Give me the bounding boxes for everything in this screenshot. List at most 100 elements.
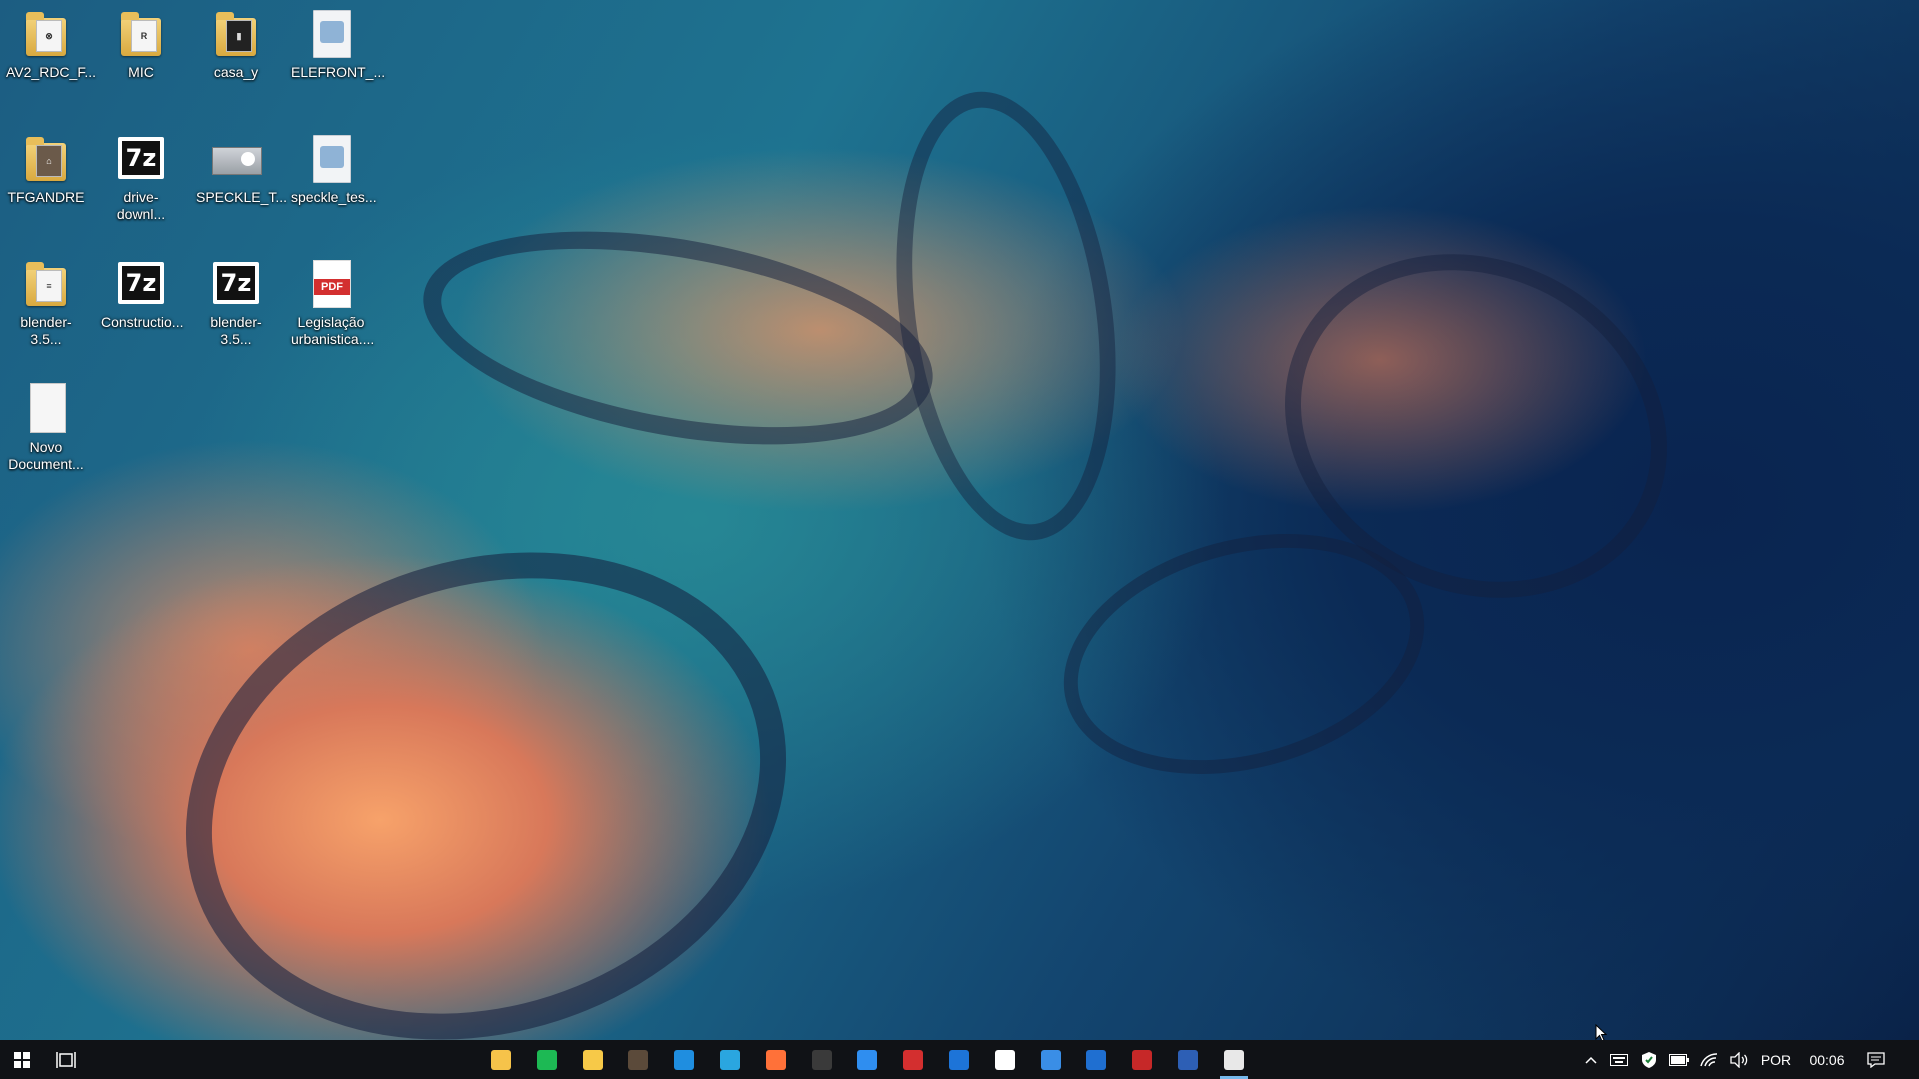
- keyboard-tray-button[interactable]: [1604, 1040, 1634, 1079]
- task-view-icon: [56, 1051, 76, 1068]
- desktop-icon-constructio[interactable]: 7z Constructio...: [101, 258, 184, 331]
- desktop-icon-label: Constructio...: [101, 314, 184, 330]
- task-view-button[interactable]: [44, 1040, 88, 1079]
- taskbar-app-file-explorer[interactable]: [479, 1040, 523, 1079]
- desktop-icon-mic[interactable]: R MIC: [101, 8, 181, 81]
- battery-tray-button[interactable]: [1664, 1040, 1694, 1079]
- red-cube-app-icon: [1132, 1049, 1153, 1070]
- desktop-icon-tfgandre[interactable]: ⌂ TFGANDRE: [6, 133, 86, 206]
- grasshopper-file-icon: [313, 135, 351, 183]
- spotify-icon: [536, 1049, 557, 1070]
- mouse-cursor-icon: [1595, 1024, 1607, 1040]
- desktop-icon-drive-download[interactable]: 7z drive-downl...: [101, 133, 181, 223]
- acrobat-icon: [903, 1049, 924, 1070]
- taskbar-app-edge[interactable]: [662, 1040, 706, 1079]
- desktop-icon-label: Legislação urbanistica....: [291, 314, 375, 347]
- desktop-icon-novo-documento[interactable]: Novo Document...: [6, 383, 86, 473]
- taskbar-app-firefox[interactable]: [754, 1040, 798, 1079]
- text-document-icon: [30, 383, 66, 433]
- shield-icon: [1642, 1051, 1656, 1068]
- 7zip-archive-icon: 7z: [213, 262, 259, 304]
- folder-icon: ▮: [216, 12, 256, 56]
- app-blue-icon: [949, 1049, 969, 1070]
- desktop-wallpaper: ⊗ AV2_RDC_F... R MIC ▮ casa_y ELEFRONT_.…: [0, 0, 1919, 1040]
- desktop-icon-elefront[interactable]: ELEFRONT_...: [291, 8, 386, 81]
- clock[interactable]: 00:06: [1798, 1040, 1856, 1079]
- wallpaper-swirl: [406, 196, 950, 480]
- pen-app-icon: [994, 1049, 1015, 1070]
- paint-icon: [1040, 1049, 1061, 1070]
- layers-app-icon: [1086, 1049, 1107, 1070]
- taskbar-app-vscode[interactable]: [845, 1040, 889, 1079]
- security-tray-button[interactable]: [1634, 1040, 1664, 1079]
- show-hidden-icons-button[interactable]: [1578, 1040, 1604, 1079]
- wallpaper-swirl: [869, 77, 1143, 555]
- wallpaper-swirl: [122, 476, 850, 1040]
- terminal-icon: [811, 1049, 832, 1070]
- taskbar-app-edge-beta[interactable]: [708, 1040, 752, 1079]
- desktop-icon-label: blender-3.5...: [20, 314, 72, 347]
- desktop-icon-blender-7z[interactable]: 7z blender-3.5...: [196, 258, 276, 348]
- desktop-icon-label: casa_y: [213, 64, 259, 80]
- desktop-icon-legislacao[interactable]: PDF Legislação urbanistica....: [291, 258, 375, 348]
- folder-document-icon: ⊗: [26, 12, 66, 56]
- taskbar-app-paint[interactable]: [1029, 1040, 1073, 1079]
- chevron-up-icon: [1585, 1056, 1597, 1064]
- desktop-icon-label: ELEFRONT_...: [291, 64, 386, 80]
- desktop-icon-casa-y[interactable]: ▮ casa_y: [196, 8, 276, 81]
- desktop-icon-speckle-t[interactable]: SPECKLE_T...: [196, 133, 287, 206]
- volume-tray-button[interactable]: [1724, 1040, 1754, 1079]
- desktop-icon-label: Novo Document...: [8, 439, 84, 472]
- desktop-icon-label: TFGANDRE: [7, 189, 85, 205]
- taskbar-app-remote-desktop[interactable]: [1212, 1040, 1256, 1079]
- battery-icon: [1669, 1053, 1689, 1066]
- 7zip-archive-icon: 7z: [118, 137, 164, 179]
- language-indicator[interactable]: POR: [1754, 1040, 1798, 1079]
- taskbar: POR 00:06: [0, 1040, 1919, 1079]
- start-button[interactable]: [0, 1040, 44, 1079]
- clock-time: 00:06: [1809, 1051, 1845, 1068]
- firefox-icon: [765, 1049, 786, 1070]
- notifications-icon: [1867, 1051, 1885, 1068]
- taskbar-app-spotify[interactable]: [525, 1040, 569, 1079]
- pdf-file-icon: PDF: [313, 260, 351, 308]
- file-explorer-icon: [491, 1049, 511, 1070]
- folder-document-icon: ≡: [26, 262, 66, 306]
- taskbar-app-acrobat[interactable]: [891, 1040, 935, 1079]
- taskbar-app-sticky-notes[interactable]: [571, 1040, 615, 1079]
- rhino-icon: [628, 1049, 649, 1070]
- grasshopper-file-icon: [313, 10, 351, 58]
- desktop-icon-label: speckle_tes...: [291, 189, 377, 205]
- image-file-icon: [212, 147, 262, 175]
- folder-image-icon: ⌂: [26, 137, 66, 181]
- revit-icon: [1178, 1049, 1198, 1070]
- system-tray: POR 00:06: [1578, 1040, 1896, 1079]
- desktop-icon-blender-folder[interactable]: ≡ blender-3.5...: [6, 258, 86, 348]
- action-center-button[interactable]: [1856, 1040, 1896, 1079]
- edge-icon: [674, 1049, 695, 1070]
- language-label: POR: [1760, 1051, 1792, 1068]
- desktop-icon-label: blender-3.5...: [210, 314, 262, 347]
- taskbar-app-layers-app[interactable]: [1074, 1040, 1118, 1079]
- taskbar-app-rhino[interactable]: [616, 1040, 660, 1079]
- desktop-icon-label: MIC: [128, 64, 154, 80]
- 7zip-archive-icon: 7z: [118, 262, 164, 304]
- sticky-notes-icon: [582, 1049, 603, 1070]
- edge-beta-icon: [720, 1049, 740, 1070]
- vscode-icon: [857, 1049, 878, 1070]
- desktop-icon-speckle-tes[interactable]: speckle_tes...: [291, 133, 377, 206]
- windows-logo-icon: [14, 1051, 30, 1068]
- wifi-icon: [1700, 1052, 1718, 1066]
- network-tray-button[interactable]: [1694, 1040, 1724, 1079]
- taskbar-app-red-cube-app[interactable]: [1120, 1040, 1164, 1079]
- desktop-icon-av2-rdc[interactable]: ⊗ AV2_RDC_F...: [6, 8, 96, 81]
- speaker-icon: [1730, 1051, 1748, 1068]
- taskbar-app-revit[interactable]: [1166, 1040, 1210, 1079]
- taskbar-app-pen-app[interactable]: [983, 1040, 1027, 1079]
- taskbar-app-terminal[interactable]: [800, 1040, 844, 1079]
- folder-revit-icon: R: [121, 12, 161, 56]
- taskbar-app-app-blue[interactable]: [937, 1040, 981, 1079]
- desktop-icon-label: drive-downl...: [116, 189, 166, 222]
- keyboard-icon: [1610, 1053, 1628, 1066]
- desktop-icon-label: AV2_RDC_F...: [6, 64, 96, 80]
